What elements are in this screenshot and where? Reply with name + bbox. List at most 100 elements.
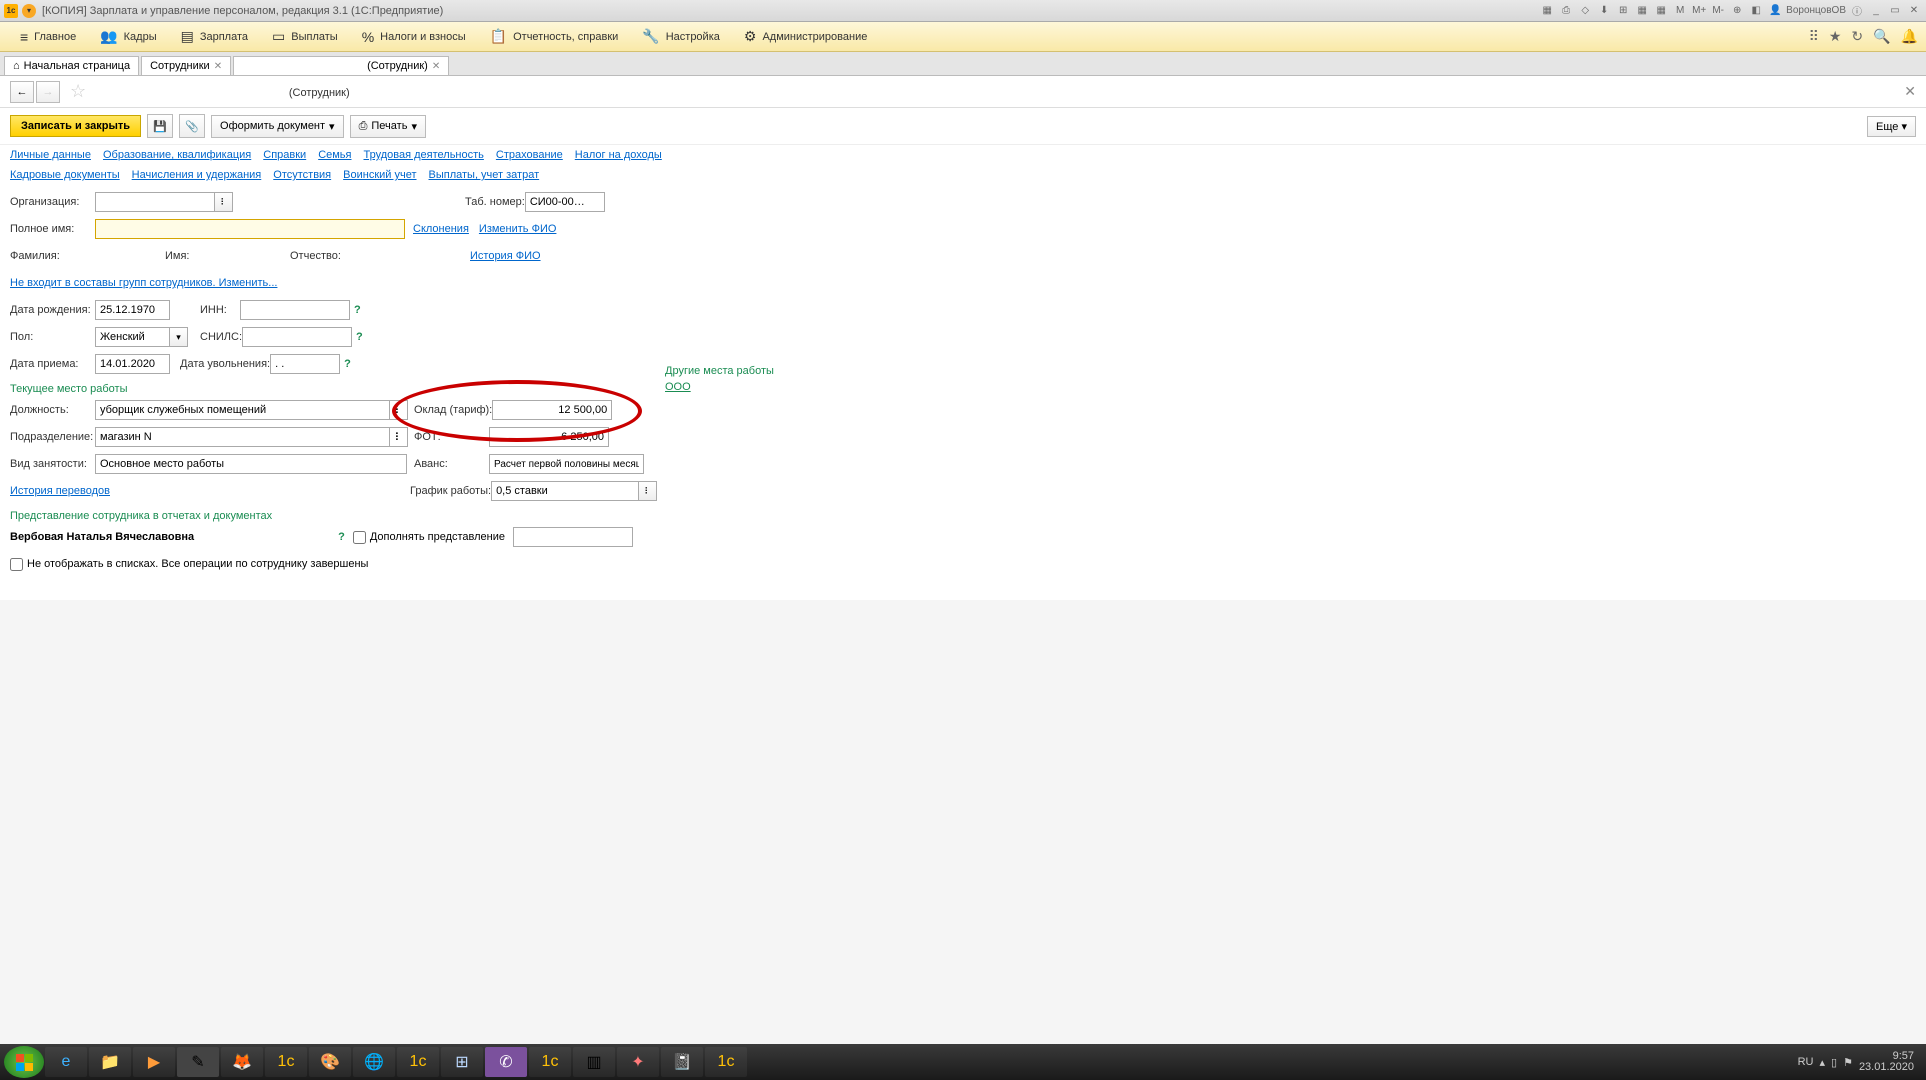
link-payments[interactable]: Выплаты, учет затрат (429, 169, 540, 181)
star-icon[interactable]: ★ (1829, 28, 1842, 45)
link-tax[interactable]: Налог на доходы (575, 149, 662, 161)
fire-field[interactable] (270, 354, 340, 374)
tb-icon-1[interactable]: ▦ (1539, 4, 1555, 18)
1c4-icon[interactable]: 1c (705, 1047, 747, 1077)
bell-icon[interactable]: 🔔 (1901, 28, 1918, 45)
transfer-history-link[interactable]: История переводов (10, 485, 110, 497)
menu-vyplaty[interactable]: ▭Выплаты (260, 24, 350, 49)
link-education[interactable]: Образование, квалификация (103, 149, 251, 161)
history-icon[interactable]: ↻ (1851, 28, 1863, 45)
dept-field[interactable] (95, 427, 390, 447)
tray-net-icon[interactable]: ▯ (1831, 1056, 1837, 1069)
link-military[interactable]: Воинский учет (343, 169, 416, 181)
change-fio-link[interactable]: Изменить ФИО (479, 223, 557, 235)
app3-icon[interactable]: ✦ (617, 1047, 659, 1077)
salary-field[interactable] (492, 400, 612, 420)
viber-icon[interactable]: ✆ (485, 1047, 527, 1077)
close-icon[interactable]: ✕ (432, 61, 440, 72)
search-icon[interactable]: 🔍 (1873, 28, 1890, 45)
menu-admin[interactable]: ⚙Администрирование (732, 24, 879, 49)
globe-icon[interactable]: 🌐 (353, 1047, 395, 1077)
menu-report[interactable]: 📋Отчетность, справки (478, 24, 631, 49)
link-labor[interactable]: Трудовая деятельность (364, 149, 484, 161)
position-field[interactable] (95, 400, 390, 420)
nav-back-button[interactable]: ← (10, 81, 34, 103)
calc-icon[interactable]: ⊞ (441, 1047, 483, 1077)
app1-icon[interactable]: ✎ (177, 1047, 219, 1077)
save-button[interactable]: 💾 (147, 114, 173, 138)
tb-icon-5[interactable]: ⊞ (1615, 4, 1631, 18)
close-icon[interactable]: ✕ (214, 61, 222, 72)
close-page-icon[interactable]: ✕ (1904, 83, 1916, 100)
media-icon[interactable]: ▶ (133, 1047, 175, 1077)
tb-print-icon[interactable]: ⎙ (1558, 4, 1574, 18)
1c-icon[interactable]: 1c (265, 1047, 307, 1077)
help-icon[interactable]: ? (354, 304, 361, 316)
lang-indicator[interactable]: RU (1798, 1056, 1814, 1068)
inn-field[interactable] (240, 300, 350, 320)
tb-icon-3[interactable]: ◇ (1577, 4, 1593, 18)
format-document-button[interactable]: Оформить документ ▾ (211, 115, 344, 138)
fullname-field[interactable] (95, 219, 405, 239)
link-absence[interactable]: Отсутствия (273, 169, 331, 181)
help-icon[interactable]: ? (344, 358, 351, 370)
select-icon[interactable]: ⠇ (390, 427, 408, 447)
tb-minimize-icon[interactable]: _ (1868, 4, 1884, 18)
print-button[interactable]: ⎙ Печать ▾ (350, 115, 426, 138)
tab-employees[interactable]: Сотрудники✕ (141, 56, 231, 75)
menu-zarplata[interactable]: ▤Зарплата (169, 24, 260, 49)
hire-field[interactable] (95, 354, 170, 374)
org-field[interactable] (95, 192, 215, 212)
fot-field[interactable] (489, 427, 609, 447)
ie-icon[interactable]: e (45, 1047, 87, 1077)
tb-mminus-icon[interactable]: M- (1710, 4, 1726, 18)
snils-field[interactable] (242, 327, 352, 347)
tray-flag-icon[interactable]: ⚑ (1843, 1056, 1853, 1069)
link-family[interactable]: Семья (318, 149, 351, 161)
favorite-star-icon[interactable]: ☆ (70, 81, 86, 102)
help-icon[interactable]: ? (356, 331, 363, 343)
tb-mplus-icon[interactable]: M+ (1691, 4, 1707, 18)
help-icon[interactable]: ? (338, 531, 345, 543)
link-insurance[interactable]: Страхование (496, 149, 563, 161)
start-button[interactable] (4, 1046, 44, 1078)
tb-maximize-icon[interactable]: ▭ (1887, 4, 1903, 18)
schedule-field[interactable] (491, 481, 639, 501)
menu-settings[interactable]: 🔧Настройка (630, 24, 732, 49)
tb-icon-4[interactable]: ⬇ (1596, 4, 1612, 18)
chevron-down-icon[interactable]: ▾ (170, 327, 188, 347)
tb-info-icon[interactable]: ⓘ (1849, 4, 1865, 18)
other-job-link[interactable]: ООО (665, 381, 691, 393)
history-fio-link[interactable]: История ФИО (470, 250, 541, 262)
tb-panel-icon[interactable]: ◧ (1748, 4, 1764, 18)
explorer-icon[interactable]: 📁 (89, 1047, 131, 1077)
link-refs[interactable]: Справки (263, 149, 306, 161)
tab-home[interactable]: ⌂Начальная страница (4, 56, 139, 75)
dob-field[interactable] (95, 300, 170, 320)
notes-icon[interactable]: 📓 (661, 1047, 703, 1077)
employment-field[interactable] (95, 454, 407, 474)
link-hr-docs[interactable]: Кадровые документы (10, 169, 120, 181)
app2-icon[interactable]: ▥ (573, 1047, 615, 1077)
tab-employee-card[interactable]: …………………………… (Сотрудник) ✕ (233, 56, 449, 75)
supplement-field[interactable] (513, 527, 633, 547)
tb-icon-7[interactable]: ▦ (1653, 4, 1669, 18)
tabno-field[interactable] (525, 192, 605, 212)
tb-calendar-icon[interactable]: ▦ (1634, 4, 1650, 18)
tray-up-icon[interactable]: ▴ (1819, 1056, 1825, 1069)
select-icon[interactable]: ⠇ (639, 481, 657, 501)
hide-checkbox[interactable] (10, 558, 23, 571)
menu-kadry[interactable]: 👥Кадры (88, 24, 168, 49)
declension-link[interactable]: Склонения (413, 223, 469, 235)
select-icon[interactable]: ⠇ (215, 192, 233, 212)
attach-button[interactable]: 📎 (179, 114, 205, 138)
more-button[interactable]: Еще ▾ (1867, 116, 1916, 137)
menu-burger[interactable]: ≡Главное (8, 25, 88, 49)
1c3-icon[interactable]: 1c (529, 1047, 571, 1077)
not-in-groups-link[interactable]: Не входит в составы групп сотрудников. И… (10, 277, 277, 289)
tb-close-icon[interactable]: ✕ (1906, 4, 1922, 18)
menu-nalogi[interactable]: %Налоги и взносы (350, 25, 478, 49)
firefox-icon[interactable]: 🦊 (221, 1047, 263, 1077)
paint-icon[interactable]: 🎨 (309, 1047, 351, 1077)
1c2-icon[interactable]: 1c (397, 1047, 439, 1077)
